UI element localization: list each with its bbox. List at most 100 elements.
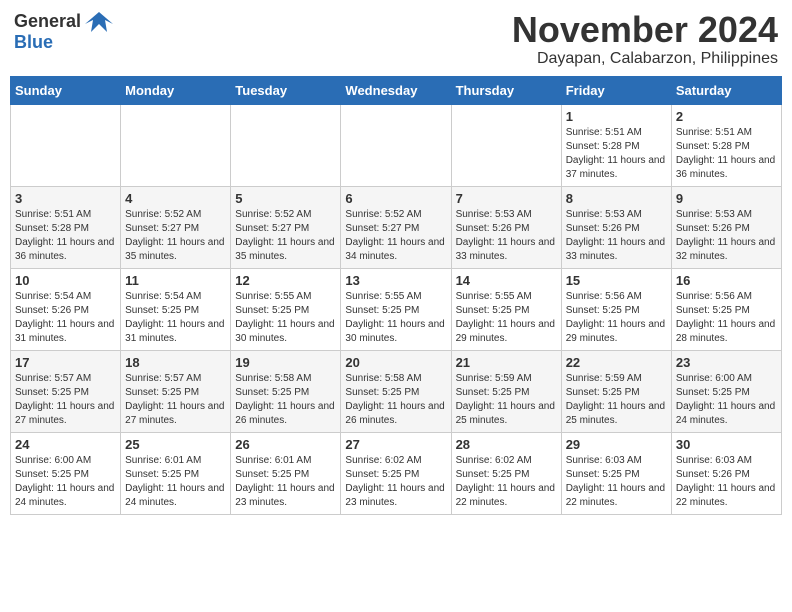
day-number: 7 [456,191,557,206]
calendar-day-29: 29Sunrise: 6:03 AM Sunset: 5:25 PM Dayli… [561,432,671,514]
day-info: Sunrise: 5:51 AM Sunset: 5:28 PM Dayligh… [15,208,116,264]
weekday-header-monday: Monday [121,76,231,104]
calendar-day-10: 10 Sunrise: 5:54 AM Sunset: 5:26 PM Dayli… [11,268,121,350]
day-number: 2 [676,109,777,124]
day-number: 6 [345,191,446,206]
day-info: Sunrise: 6:02 AM Sunset: 5:25 PM Dayligh… [345,454,446,510]
day-info: Sunrise: 6:00 AM Sunset: 5:25 PM Dayligh… [676,372,777,428]
calendar-day-28: 28 Sunrise: 6:02 AM Sunset: 5:25 PM Dayli… [451,432,561,514]
day-number: 18 [125,355,226,370]
day-info: Sunrise: 5:55 AM Sunset: 5:25 PM Dayligh… [456,290,557,346]
day-number: 5 [235,191,336,206]
day-info: Sunrise: 5:59 AM Sunset: 5:25 PM Dayligh… [566,372,667,428]
day-info: Sunrise: 5:58 AM Sunset: 5:25 PM Dayligh… [345,372,446,428]
title-block: November 2024 Dayapan, Calabarzon, Phili… [512,10,778,68]
weekday-header-wednesday: Wednesday [341,76,451,104]
day-number: 22 [566,355,667,370]
calendar-day-16: 16 Sunrise: 5:56 AM Sunset: 5:25 PM Dayli… [671,268,781,350]
calendar-week-3: 10 Sunrise: 5:54 AM Sunset: 5:26 PM Dayli… [11,268,782,350]
day-number: 20 [345,355,446,370]
calendar-day-11: 11 Sunrise: 5:54 AM Sunset: 5:25 PM Dayli… [121,268,231,350]
day-info: Sunrise: 5:51 AM Sunset: 5:28 PM Dayligh… [566,126,667,182]
weekday-header-row: SundayMondayTuesdayWednesdayThursdayFrid… [11,76,782,104]
day-number: 14 [456,273,557,288]
calendar-day-20: 20 Sunrise: 5:58 AM Sunset: 5:25 PM Dayli… [341,350,451,432]
weekday-header-thursday: Thursday [451,76,561,104]
day-info: Sunrise: 5:53 AM Sunset: 5:26 PM Dayligh… [566,208,667,264]
day-info: Sunrise: 5:54 AM Sunset: 5:26 PM Dayligh… [15,290,116,346]
day-info: Sunrise: 6:01 AM Sunset: 5:25 PM Dayligh… [125,454,226,510]
calendar-day-4: 4 Sunrise: 5:52 AM Sunset: 5:27 PM Daylig… [121,186,231,268]
day-info: Sunrise: 5:53 AM Sunset: 5:26 PM Dayligh… [676,208,777,264]
calendar-day-17: 17 Sunrise: 5:57 AM Sunset: 5:25 PM Dayli… [11,350,121,432]
calendar-day-6: 6 Sunrise: 5:52 AM Sunset: 5:27 PM Daylig… [341,186,451,268]
day-number: 24 [15,437,116,452]
calendar-day-21: 21Sunrise: 5:59 AM Sunset: 5:25 PM Dayli… [451,350,561,432]
calendar-week-2: 3 Sunrise: 5:51 AM Sunset: 5:28 PM Daylig… [11,186,782,268]
calendar-day-13: 13 Sunrise: 5:55 AM Sunset: 5:25 PM Dayli… [341,268,451,350]
day-number: 17 [15,355,116,370]
day-info: Sunrise: 5:57 AM Sunset: 5:25 PM Dayligh… [125,372,226,428]
day-info: Sunrise: 5:52 AM Sunset: 5:27 PM Dayligh… [125,208,226,264]
weekday-header-saturday: Saturday [671,76,781,104]
calendar-day-12: 12Sunrise: 5:55 AM Sunset: 5:25 PM Dayli… [231,268,341,350]
location-subtitle: Dayapan, Calabarzon, Philippines [512,50,778,68]
month-year-title: November 2024 [512,10,778,50]
day-number: 23 [676,355,777,370]
day-number: 11 [125,273,226,288]
day-number: 19 [235,355,336,370]
day-info: Sunrise: 5:52 AM Sunset: 5:27 PM Dayligh… [235,208,336,264]
calendar-day-25: 25 Sunrise: 6:01 AM Sunset: 5:25 PM Dayli… [121,432,231,514]
day-number: 15 [566,273,667,288]
day-number: 29 [566,437,667,452]
day-info: Sunrise: 6:02 AM Sunset: 5:25 PM Dayligh… [456,454,557,510]
calendar-day-3: 3 Sunrise: 5:51 AM Sunset: 5:28 PM Daylig… [11,186,121,268]
calendar-day-5: 5 Sunrise: 5:52 AM Sunset: 5:27 PM Daylig… [231,186,341,268]
day-info: Sunrise: 5:55 AM Sunset: 5:25 PM Dayligh… [345,290,446,346]
day-info: Sunrise: 5:52 AM Sunset: 5:27 PM Dayligh… [345,208,446,264]
day-number: 25 [125,437,226,452]
day-info: Sunrise: 5:57 AM Sunset: 5:25 PM Dayligh… [15,372,116,428]
empty-cell [231,104,341,186]
day-number: 9 [676,191,777,206]
day-number: 12 [235,273,336,288]
day-info: Sunrise: 6:01 AM Sunset: 5:25 PM Dayligh… [235,454,336,510]
day-info: Sunrise: 5:56 AM Sunset: 5:25 PM Dayligh… [676,290,777,346]
day-number: 28 [456,437,557,452]
calendar-day-14: 14 Sunrise: 5:55 AM Sunset: 5:25 PM Dayli… [451,268,561,350]
day-number: 13 [345,273,446,288]
day-info: Sunrise: 5:58 AM Sunset: 5:25 PM Dayligh… [235,372,336,428]
logo-bird-icon [85,10,113,32]
calendar-day-15: 15 Sunrise: 5:56 AM Sunset: 5:25 PM Dayli… [561,268,671,350]
day-number: 4 [125,191,226,206]
weekday-header-friday: Friday [561,76,671,104]
logo-general-text: General [14,11,81,32]
day-number: 26 [235,437,336,452]
day-info: Sunrise: 6:03 AM Sunset: 5:26 PM Dayligh… [676,454,777,510]
calendar-table: SundayMondayTuesdayWednesdayThursdayFrid… [10,76,782,515]
empty-cell [11,104,121,186]
day-info: Sunrise: 5:53 AM Sunset: 5:26 PM Dayligh… [456,208,557,264]
day-number: 16 [676,273,777,288]
day-number: 3 [15,191,116,206]
calendar-day-2: 2Sunrise: 5:51 AM Sunset: 5:28 PM Daylig… [671,104,781,186]
empty-cell [341,104,451,186]
calendar-day-9: 9 Sunrise: 5:53 AM Sunset: 5:26 PM Daylig… [671,186,781,268]
calendar-day-1: 1 Sunrise: 5:51 AM Sunset: 5:28 PM Daylig… [561,104,671,186]
calendar-day-22: 22 Sunrise: 5:59 AM Sunset: 5:25 PM Dayli… [561,350,671,432]
day-info: Sunrise: 5:54 AM Sunset: 5:25 PM Dayligh… [125,290,226,346]
day-number: 30 [676,437,777,452]
day-info: Sunrise: 5:56 AM Sunset: 5:25 PM Dayligh… [566,290,667,346]
calendar-day-30: 30 Sunrise: 6:03 AM Sunset: 5:26 PM Dayli… [671,432,781,514]
day-info: Sunrise: 6:00 AM Sunset: 5:25 PM Dayligh… [15,454,116,510]
page-header: General Blue November 2024 Dayapan, Cala… [10,10,782,68]
day-number: 1 [566,109,667,124]
calendar-week-4: 17 Sunrise: 5:57 AM Sunset: 5:25 PM Dayli… [11,350,782,432]
day-number: 10 [15,273,116,288]
calendar-day-18: 18 Sunrise: 5:57 AM Sunset: 5:25 PM Dayli… [121,350,231,432]
calendar-day-7: 7 Sunrise: 5:53 AM Sunset: 5:26 PM Daylig… [451,186,561,268]
empty-cell [121,104,231,186]
calendar-day-24: 24 Sunrise: 6:00 AM Sunset: 5:25 PM Dayli… [11,432,121,514]
weekday-header-sunday: Sunday [11,76,121,104]
day-number: 27 [345,437,446,452]
